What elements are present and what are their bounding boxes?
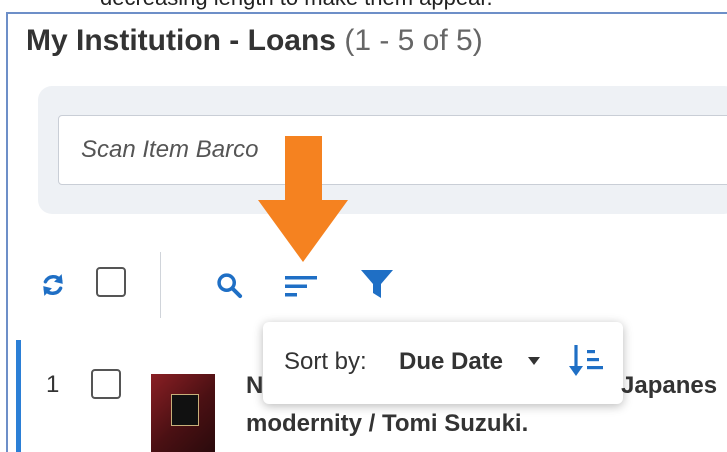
item-title-end[interactable]: Japanes bbox=[621, 372, 717, 400]
sort-by-label: Sort by: bbox=[284, 348, 367, 375]
results-count: (1 - 5 of 5) bbox=[344, 24, 483, 57]
sort-popover: Sort by: Due Date bbox=[263, 322, 623, 404]
down-arrow-annotation bbox=[258, 136, 348, 262]
select-all-checkbox[interactable] bbox=[96, 267, 126, 297]
toolbar-divider bbox=[160, 252, 161, 318]
book-cover-thumbnail[interactable] bbox=[151, 374, 215, 452]
search-icon[interactable] bbox=[215, 271, 243, 299]
item-title-line2[interactable]: modernity / Tomi Suzuki. bbox=[246, 410, 528, 438]
row-selected-accent bbox=[16, 340, 21, 452]
chevron-down-icon[interactable] bbox=[528, 357, 540, 365]
sort-icon[interactable] bbox=[284, 272, 318, 300]
filter-icon[interactable] bbox=[360, 268, 394, 300]
book-cover-detail bbox=[171, 394, 199, 426]
page-title-text: My Institution - Loans bbox=[26, 24, 336, 57]
sort-field-select[interactable]: Due Date bbox=[399, 348, 503, 376]
row-index: 1 bbox=[46, 371, 60, 398]
scan-item-barcode-field[interactable] bbox=[58, 115, 727, 185]
page-title: My Institution - Loans (1 - 5 of 5) bbox=[26, 24, 483, 58]
refresh-icon[interactable] bbox=[40, 272, 66, 298]
item-title-start[interactable]: N bbox=[246, 372, 263, 400]
scan-item-barcode-input[interactable] bbox=[59, 116, 727, 184]
sort-ascending-icon[interactable] bbox=[568, 342, 604, 378]
top-caption: decreasing length to make them appear. bbox=[100, 0, 493, 11]
row-checkbox[interactable] bbox=[91, 369, 121, 399]
